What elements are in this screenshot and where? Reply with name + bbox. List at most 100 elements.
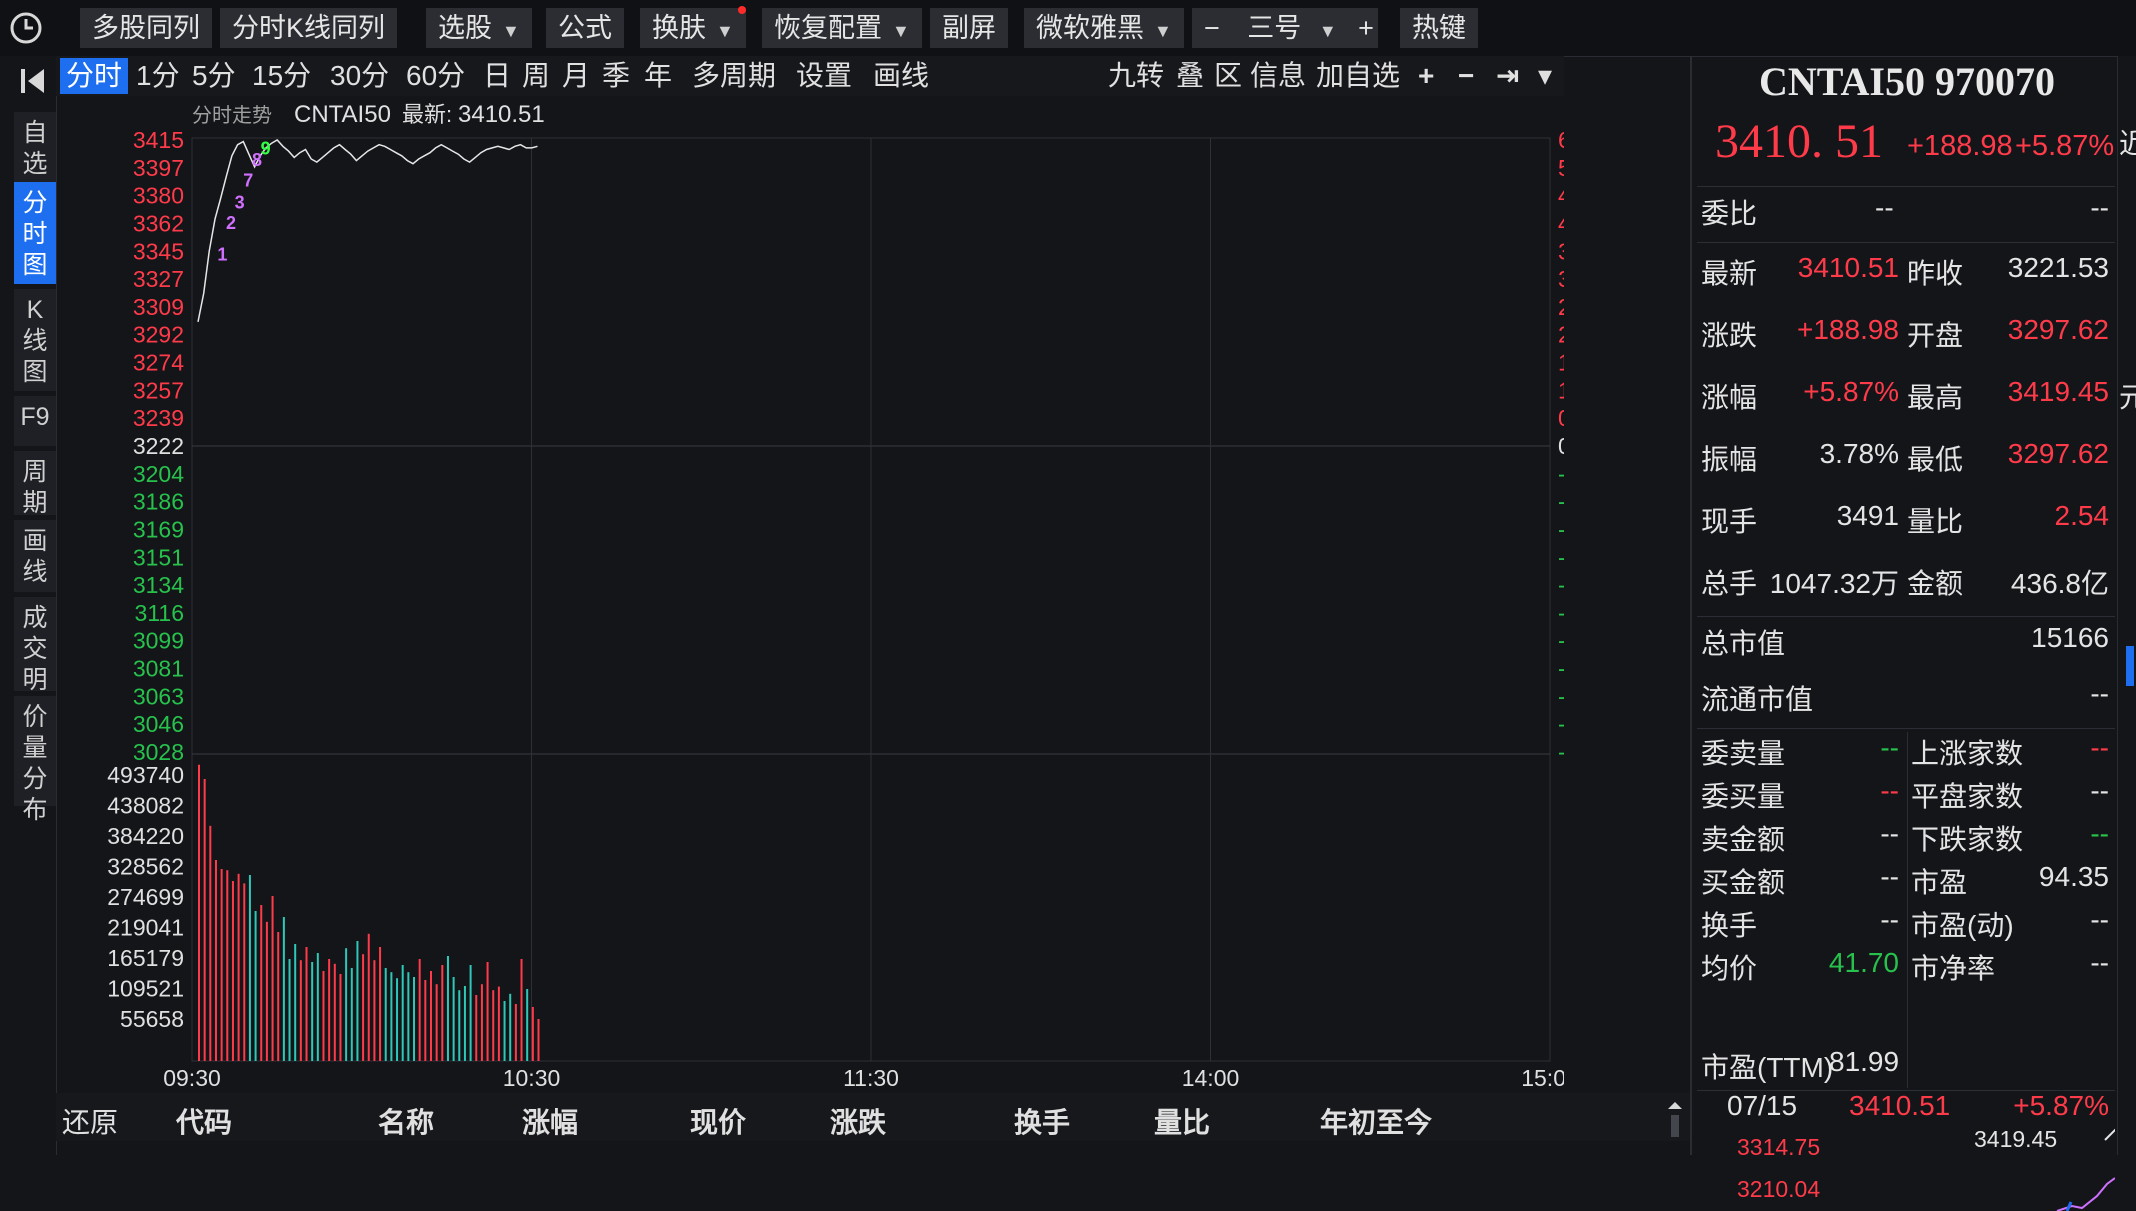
volume-bar bbox=[316, 953, 319, 1061]
sidebar-item-char: 图 bbox=[22, 251, 48, 279]
collapse-left-icon[interactable] bbox=[16, 64, 50, 98]
font-decrease-button[interactable]: − bbox=[1204, 13, 1220, 43]
chart-tool-7[interactable]: ⇥ bbox=[1496, 58, 1519, 94]
column-header[interactable]: 涨幅 bbox=[522, 1101, 578, 1141]
tab-period-13[interactable]: 画线 bbox=[873, 58, 929, 94]
quote-label: 涨幅 bbox=[1701, 382, 1758, 413]
quote-label: 总手 bbox=[1701, 568, 1758, 599]
formula-button[interactable]: 公式 bbox=[546, 8, 624, 48]
sidebar-item-1[interactable]: 分时图 bbox=[14, 182, 56, 284]
mini-y2: 3210.04 bbox=[1737, 1176, 1821, 1202]
pct-tick-label: 1.64% bbox=[1558, 350, 1564, 376]
volume-bar bbox=[509, 993, 512, 1061]
select-stock-dropdown[interactable]: 选股 ▼ bbox=[426, 8, 532, 48]
volume-bar bbox=[531, 1007, 534, 1061]
quote-value: 3491 bbox=[1836, 500, 1899, 531]
price-tick-label: 3134 bbox=[133, 572, 184, 598]
column-header[interactable]: 名称 bbox=[378, 1101, 434, 1141]
tab-period-2[interactable]: 5分 bbox=[192, 58, 236, 94]
chart-tool-1[interactable]: 叠 bbox=[1176, 58, 1204, 94]
volume-bar bbox=[220, 869, 223, 1061]
stat-label: 市盈(动) bbox=[1911, 910, 2014, 941]
sidebar-item-3[interactable]: F9 bbox=[14, 396, 56, 446]
price-tick-label: 3397 bbox=[133, 155, 184, 181]
column-header[interactable]: 年初至今 bbox=[1320, 1101, 1432, 1141]
volume-tick-label: 384220 bbox=[107, 823, 184, 849]
column-header[interactable]: 换手 bbox=[1014, 1101, 1070, 1141]
chevron-down-icon: ▼ bbox=[892, 21, 910, 41]
panel-divider[interactable] bbox=[1690, 56, 1692, 1155]
multi-stock-button[interactable]: 多股同列 bbox=[80, 8, 212, 48]
chart-tool-2[interactable]: 区 bbox=[1214, 58, 1242, 94]
volume-bar bbox=[390, 972, 393, 1061]
column-header[interactable]: 量比 bbox=[1154, 1101, 1210, 1141]
sidebar-item-4[interactable]: 周期 bbox=[14, 451, 56, 517]
scroll-up-icon[interactable] bbox=[1660, 1093, 1690, 1141]
skin-dropdown[interactable]: 换肤 ▼ bbox=[640, 8, 746, 48]
font-increase-button[interactable]: + bbox=[1358, 13, 1374, 43]
sidebar-item-7[interactable]: 价量分布 bbox=[14, 696, 56, 824]
quote-label: 振幅 bbox=[1701, 444, 1758, 475]
restore-config-dropdown[interactable]: 恢复配置 ▼ bbox=[762, 8, 922, 48]
hotkey-button[interactable]: 热键 bbox=[1400, 8, 1478, 48]
sidebar-item-char: 选 bbox=[22, 150, 48, 178]
price-tick-label: 3257 bbox=[133, 377, 184, 403]
pct-tick-label: -5.45% bbox=[1558, 711, 1564, 737]
quote-label: 昨收 bbox=[1907, 258, 1964, 289]
tab-period-1[interactable]: 1分 bbox=[136, 58, 180, 94]
intraday-chart[interactable]: 3415 6.00% 3397 5.45% 3380 4.91% 3362 4.36% 3345… bbox=[56, 96, 1564, 1093]
sidebar-item-char: 期 bbox=[22, 489, 48, 517]
tab-period-0[interactable]: 分时 bbox=[60, 58, 129, 94]
left-sidebar: 自选股分时图K线图F9周期画线成交明细价量分布 bbox=[0, 56, 57, 1155]
tab-period-6[interactable]: 日 bbox=[483, 58, 511, 94]
stat-label: 换手 bbox=[1701, 910, 1758, 941]
sub-screen-button[interactable]: 副屏 bbox=[930, 8, 1008, 48]
font-dropdown[interactable]: 微软雅黑 ▼ bbox=[1024, 8, 1184, 48]
font-size-control: − 三号 ▼ + bbox=[1192, 8, 1378, 48]
stat-value: -- bbox=[1880, 775, 1899, 806]
volume-bar bbox=[396, 978, 399, 1061]
column-header[interactable]: 现价 bbox=[690, 1101, 746, 1141]
column-header[interactable]: 代码 bbox=[176, 1101, 232, 1141]
tab-period-9[interactable]: 季 bbox=[602, 58, 630, 94]
quote-value: 2.54 bbox=[2054, 500, 2110, 531]
tab-period-7[interactable]: 周 bbox=[522, 58, 550, 94]
sidebar-item-2[interactable]: K线图 bbox=[14, 289, 56, 391]
chart-tool-8[interactable]: ▾ bbox=[1538, 58, 1552, 94]
clock-icon[interactable] bbox=[6, 8, 46, 48]
sidebar-item-5[interactable]: 画线 bbox=[14, 520, 56, 592]
quote-label: 最低 bbox=[1907, 444, 1964, 475]
kline-intraday-button[interactable]: 分时K线同列 bbox=[220, 8, 398, 48]
price-tick-label: 3186 bbox=[133, 489, 184, 515]
divider bbox=[1697, 728, 2115, 729]
stat-label: 委卖量 bbox=[1701, 738, 1786, 769]
tab-period-10[interactable]: 年 bbox=[644, 58, 672, 94]
chart-tool-6[interactable]: − bbox=[1458, 58, 1474, 94]
sidebar-item-6[interactable]: 成交明细 bbox=[14, 597, 56, 725]
chart-tool-5[interactable]: + bbox=[1418, 58, 1434, 94]
quote-label: 量比 bbox=[1907, 506, 1964, 537]
volume-bar bbox=[288, 959, 291, 1061]
volume-bar bbox=[254, 911, 257, 1061]
chart-tool-3[interactable]: 信息 bbox=[1250, 58, 1306, 94]
volume-bar bbox=[214, 860, 217, 1061]
tab-period-4[interactable]: 30分 bbox=[330, 58, 389, 94]
mini-chart bbox=[2056, 1177, 2115, 1211]
font-size-dropdown[interactable]: 三号 bbox=[1247, 13, 1301, 43]
tab-period-3[interactable]: 15分 bbox=[252, 58, 311, 94]
chart-tool-0[interactable]: 九转 bbox=[1108, 58, 1164, 94]
tab-period-11[interactable]: 多周期 bbox=[692, 58, 776, 94]
tab-period-5[interactable]: 60分 bbox=[406, 58, 465, 94]
volume-bar bbox=[407, 972, 410, 1061]
tab-period-8[interactable]: 月 bbox=[562, 58, 590, 94]
tab-period-12[interactable]: 设置 bbox=[796, 58, 852, 94]
column-header[interactable]: 涨跌 bbox=[830, 1101, 886, 1141]
sidebar-item-char: 图 bbox=[22, 358, 48, 386]
chart-tool-4[interactable]: 加自选 bbox=[1316, 58, 1400, 94]
pct-tick-label: -3.82% bbox=[1558, 628, 1564, 654]
price-tick-label: 3309 bbox=[133, 294, 184, 320]
volume-bar bbox=[282, 917, 285, 1061]
restore-button[interactable]: 还原 bbox=[62, 1101, 118, 1141]
edge-scroll-indicator[interactable] bbox=[2126, 646, 2134, 686]
volume-bar bbox=[475, 995, 478, 1061]
